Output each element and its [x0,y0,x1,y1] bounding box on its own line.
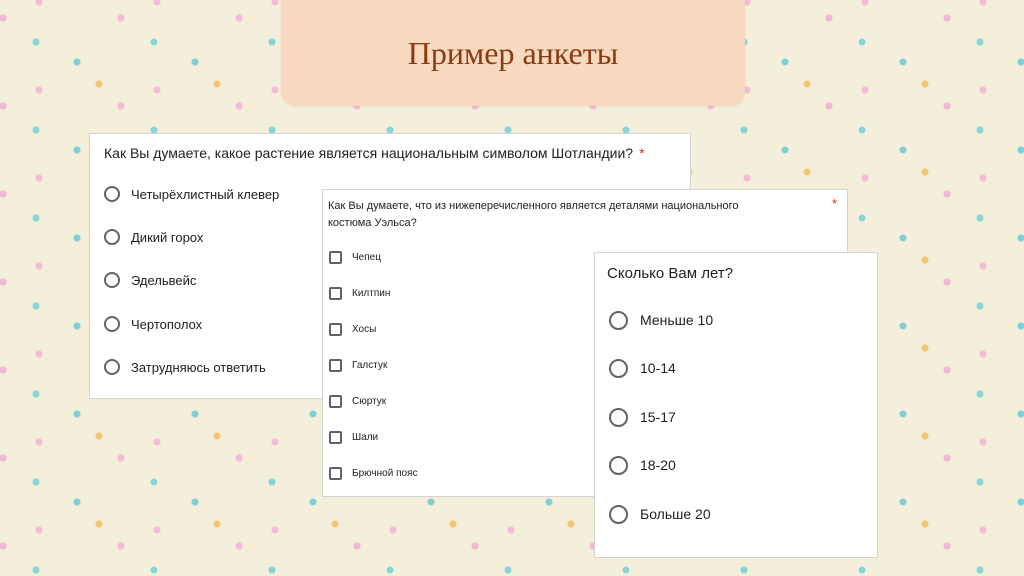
radio-button-icon[interactable] [104,359,120,375]
radio-option[interactable]: Дикий горох [104,226,203,248]
radio-option[interactable]: 10-14 [609,357,676,379]
checkbox-icon[interactable] [329,430,342,444]
option-label: Затрудняюсь ответить [131,359,266,375]
option-label: Килтпин [352,287,391,299]
checkbox-option[interactable]: Брючной пояс [329,464,417,482]
option-label: Шали [352,431,379,443]
radio-button-icon[interactable] [609,358,628,378]
checkbox-option[interactable]: Чепец [329,248,381,266]
radio-option[interactable]: Больше 20 [609,503,711,525]
question-label: Как Вы думаете, что из нижеперечисленног… [328,200,739,229]
checkbox-option[interactable]: Килтпин [329,284,390,302]
option-label: Дикий горох [131,229,204,245]
radio-button-icon[interactable] [609,407,628,427]
radio-button-icon[interactable] [104,316,120,332]
checkbox-icon[interactable] [329,286,342,300]
radio-option[interactable]: Меньше 10 [609,309,713,331]
option-label: Больше 20 [640,506,711,522]
option-label: Чепец [352,251,381,263]
option-label: Брючной пояс [352,467,418,479]
radio-option[interactable]: 15-17 [609,406,676,428]
radio-option[interactable]: 18-20 [609,454,676,476]
checkbox-icon[interactable] [329,322,342,336]
checkbox-icon[interactable] [329,394,342,408]
checkbox-icon[interactable] [329,358,342,372]
question-card-age: Сколько Вам лет? Меньше 10 10-14 15-17 1… [594,252,878,558]
question-label: Как Вы думаете, какое растение является … [104,145,634,161]
option-label: Эдельвейс [131,272,197,288]
radio-button-icon[interactable] [104,229,120,245]
title-banner: Пример анкеты [281,0,745,106]
radio-button-icon[interactable] [609,310,628,330]
radio-button-icon[interactable] [104,186,120,202]
radio-button-icon[interactable] [609,455,628,475]
question-text: Как Вы думаете, какое растение является … [104,145,645,161]
option-label: 15-17 [640,409,676,425]
option-label: Четырёхлистный клевер [131,186,280,202]
checkbox-option[interactable]: Хосы [329,320,376,338]
checkbox-icon[interactable] [329,250,342,264]
required-mark: * [639,145,645,161]
radio-option[interactable]: Затрудняюсь ответить [104,356,266,378]
option-label: Хосы [352,323,377,335]
option-label: Меньше 10 [640,312,714,328]
radio-option[interactable]: Чертополох [104,313,202,335]
option-label: 10-14 [640,360,676,376]
option-label: Чертополох [131,316,203,332]
question-label: Сколько Вам лет? [607,265,734,282]
radio-option[interactable]: Четырёхлистный клевер [104,183,279,205]
checkbox-icon[interactable] [329,466,342,480]
slide-title: Пример анкеты [407,34,619,71]
checkbox-option[interactable]: Сюртук [329,392,386,410]
option-label: 18-20 [640,457,676,473]
radio-button-icon[interactable] [104,272,120,288]
checkbox-option[interactable]: Шали [329,428,378,446]
radio-option[interactable]: Эдельвейс [104,269,196,291]
required-mark: * [831,196,837,211]
checkbox-option[interactable]: Галстук [329,356,387,374]
radio-button-icon[interactable] [609,504,628,524]
option-label: Галстук [352,359,388,371]
option-label: Сюртук [352,395,387,407]
